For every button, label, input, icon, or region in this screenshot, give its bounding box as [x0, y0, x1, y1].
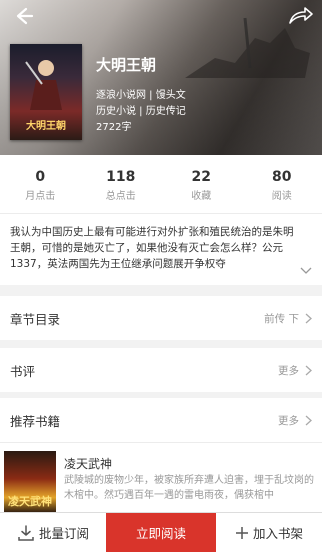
recommended-more[interactable]: 更多 [278, 413, 312, 428]
recommended-title: 推荐书籍 [10, 413, 61, 429]
stat-value: 118 [106, 169, 136, 185]
stat-value: 22 [191, 169, 211, 185]
share-icon[interactable] [286, 4, 314, 28]
book-description[interactable]: 我认为中国历史上最有可能进行对外扩张和殖民统治的是朱明王朝，可惜的是她灭亡了，如… [0, 213, 322, 285]
download-icon [18, 524, 34, 541]
stat-value: 0 [35, 169, 46, 185]
reviews-title: 书评 [10, 363, 36, 379]
read-now-label: 立即阅读 [135, 526, 186, 541]
batch-subscribe-label: 批量订阅 [38, 526, 89, 541]
book-category: 历史小说 | 历史传记 [96, 106, 186, 117]
book-reviews-row[interactable]: 书评 更多 [0, 348, 322, 392]
stat-label: 阅读 [271, 191, 292, 202]
description-text: 我认为中国历史上最有可能进行对外扩张和殖民统治的是朱明王朝，可惜的是她灭亡了，如… [10, 226, 294, 270]
chevron-down-icon[interactable] [300, 267, 312, 275]
reviews-more[interactable]: 更多 [278, 363, 312, 378]
toc-latest: 前传 下 [264, 311, 312, 326]
stat-monthly-clicks: 0 月点击 [0, 155, 81, 213]
stat-label: 总点击 [105, 191, 136, 202]
add-to-shelf-button[interactable]: 加入书架 [216, 513, 322, 552]
recommended-books-row[interactable]: 推荐书籍 更多 [0, 398, 322, 442]
add-to-shelf-label: 加入书架 [252, 526, 303, 541]
stat-label: 月点击 [25, 191, 56, 202]
more-label: 更多 [278, 364, 299, 377]
read-now-button[interactable]: 立即阅读 [106, 513, 216, 552]
back-arrow-icon[interactable] [8, 4, 36, 28]
book-cover[interactable]: 大明王朝 [10, 44, 82, 140]
latest-chapter-label: 前传 下 [264, 312, 299, 325]
cover-figure-illustration [25, 60, 62, 110]
plus-icon [235, 526, 248, 539]
chevron-right-icon [305, 313, 312, 323]
book-title: 大明王朝 [96, 56, 157, 74]
recommended-book-cover[interactable]: 凌天武神 [4, 451, 56, 513]
book-source-author: 逐浪小说网 | 馒头文 [96, 90, 186, 101]
stat-favorites: 22 收藏 [161, 155, 242, 213]
recommended-cover-text: 凌天武神 [8, 495, 52, 508]
book-word-count: 2722字 [96, 122, 132, 133]
recommended-book-item[interactable]: 凌天武神 凌天武神 武陵城的废物少年，被家族所弃遭人迫害，埋于乱坟岗的木棺中。然… [0, 442, 322, 513]
stat-label: 收藏 [191, 191, 212, 202]
book-stats: 0 月点击 118 总点击 22 收藏 80 阅读 [0, 155, 322, 213]
stat-reads: 80 阅读 [242, 155, 322, 213]
book-header: 大明王朝 大明王朝 逐浪小说网 | 馒头文 历史小说 | 历史传记 2722字 [0, 0, 322, 155]
table-of-contents-row[interactable]: 章节目录 前传 下 [0, 296, 322, 340]
cover-title-text: 大明王朝 [26, 121, 66, 132]
stat-total-clicks: 118 总点击 [81, 155, 162, 213]
batch-subscribe-button[interactable]: 批量订阅 [0, 513, 106, 552]
stat-value: 80 [272, 169, 292, 185]
bottom-action-bar: 批量订阅 立即阅读 加入书架 [0, 512, 322, 552]
recommended-book-title: 凌天武神 [64, 457, 113, 471]
recommended-book-desc: 武陵城的废物少年，被家族所弃遭人迫害，埋于乱坟岗的木棺中。然巧遇百年一遇的雷电雨… [64, 475, 314, 501]
toc-title: 章节目录 [10, 311, 61, 327]
chevron-right-icon [305, 415, 312, 425]
more-label: 更多 [278, 414, 299, 427]
chevron-right-icon [305, 365, 312, 375]
